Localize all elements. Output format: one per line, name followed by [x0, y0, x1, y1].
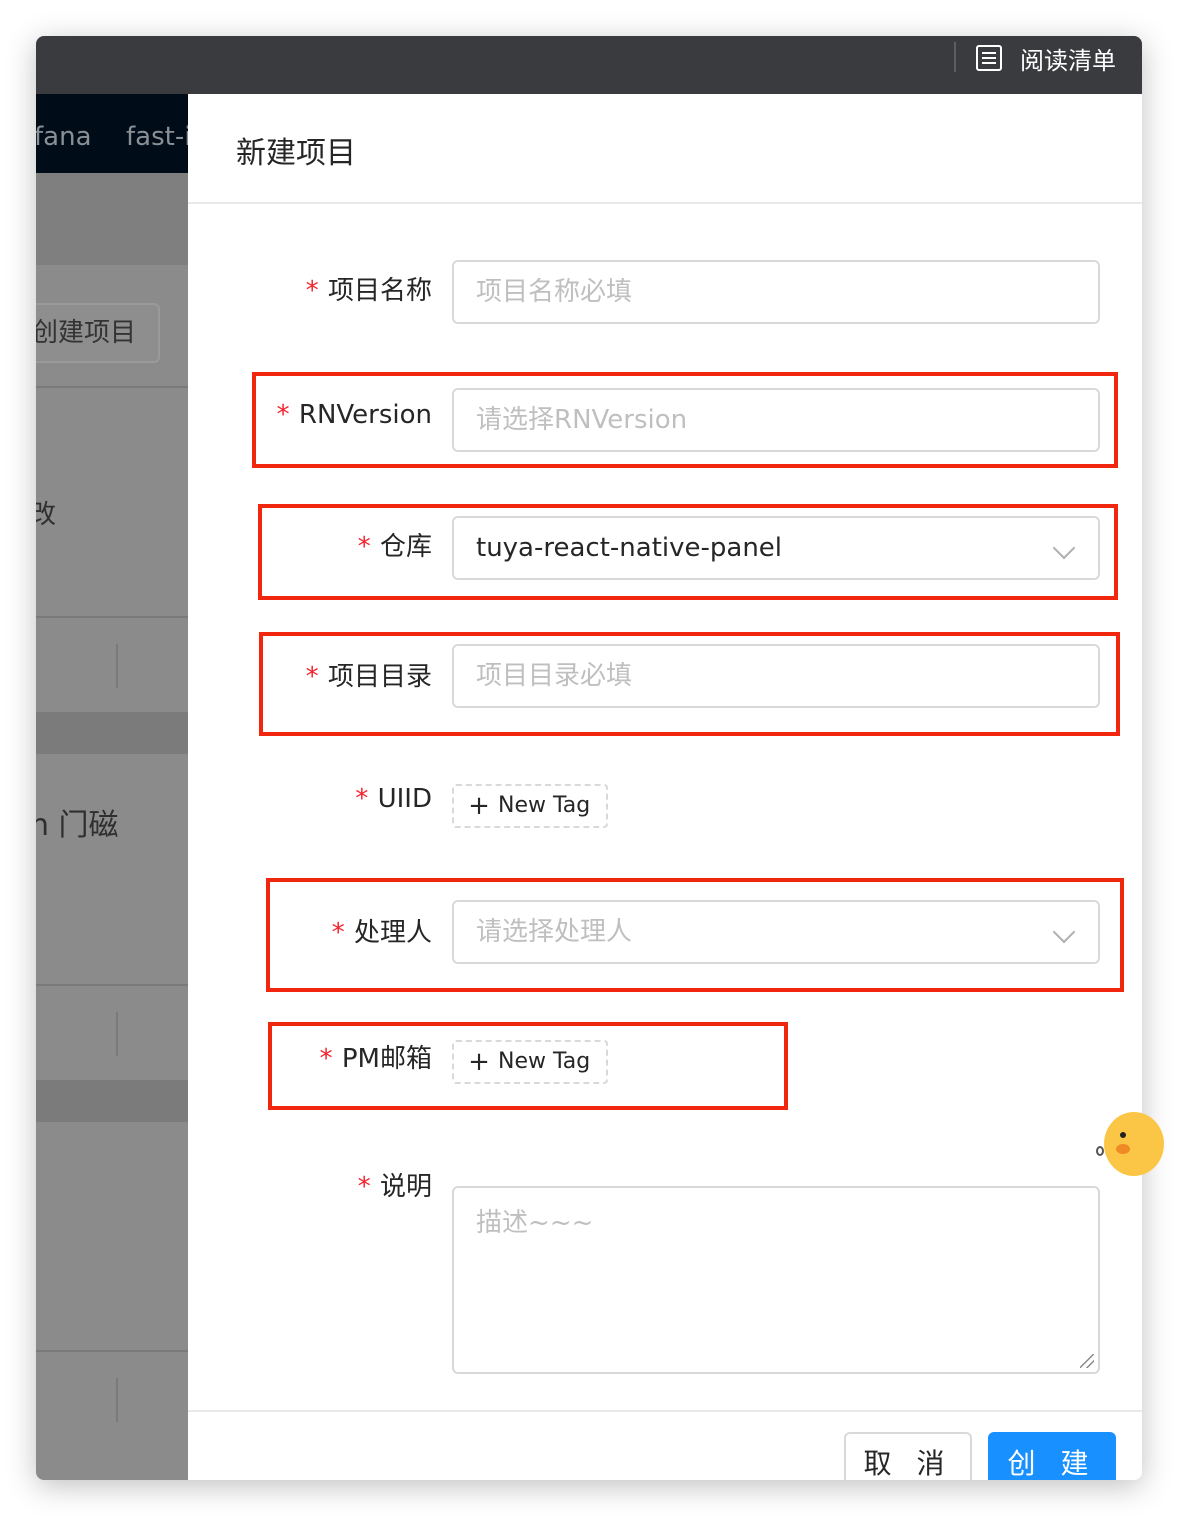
- drawer-title: 新建项目: [236, 136, 356, 171]
- highlight-box: [259, 632, 1120, 736]
- label-text: 项目名称: [327, 276, 432, 306]
- background-nav: fana fast-i: [36, 94, 188, 173]
- browser-window: 阅读清单 fana fast-i 创建项目 改 n 门磁 新建项目 * 项目名称 …: [36, 36, 1142, 1480]
- description-placeholder: 描述~~~: [476, 1208, 594, 1238]
- new-tag-label: New Tag: [498, 793, 591, 818]
- new-project-drawer: 新建项目 * 项目名称 项目名称必填 * RNVersion 请选择RNVersio…: [188, 94, 1142, 1480]
- uiid-label: * UIID: [354, 784, 432, 814]
- create-button[interactable]: 创 建: [988, 1432, 1116, 1480]
- background-nav-item: fast-i: [126, 122, 188, 152]
- background-divider: [36, 1350, 188, 1352]
- browser-titlebar: 阅读清单: [36, 36, 1142, 94]
- project-name-input[interactable]: 项目名称必填: [452, 260, 1100, 324]
- background-divider: [116, 644, 118, 688]
- reading-list-label: 阅读清单: [1020, 46, 1116, 75]
- label-text: 说明: [379, 1172, 432, 1202]
- description-textarea[interactable]: 描述~~~: [452, 1186, 1100, 1374]
- label-text: UIID: [377, 784, 432, 814]
- background-page: fana fast-i 创建项目 改 n 门磁: [36, 94, 188, 1480]
- resize-handle-icon[interactable]: [1080, 1354, 1094, 1368]
- drawer-header: 新建项目: [188, 94, 1142, 204]
- cancel-button[interactable]: 取 消: [844, 1432, 972, 1480]
- background-divider: [116, 1378, 118, 1422]
- background-create-button: 创建项目: [36, 303, 160, 363]
- background-divider: [116, 1012, 118, 1056]
- duck-hand-icon: [1096, 1146, 1104, 1156]
- highlight-box: [266, 878, 1124, 992]
- background-band: [36, 712, 188, 754]
- required-mark: *: [356, 1172, 372, 1202]
- project-name-label: * 项目名称: [304, 270, 432, 307]
- list-icon: [976, 45, 1002, 71]
- highlight-box: [258, 504, 1118, 600]
- background-row-text: n 门磁: [36, 808, 119, 843]
- duck-eye: [1120, 1132, 1126, 1138]
- duck-beak: [1116, 1144, 1130, 1154]
- background-text: 改: [36, 500, 57, 530]
- duck-assistant-icon[interactable]: [1104, 1112, 1164, 1176]
- background-divider: [36, 984, 188, 986]
- background-band: [36, 173, 188, 265]
- required-mark: *: [304, 276, 320, 306]
- required-mark: *: [353, 784, 370, 814]
- description-label: * 说明: [356, 1166, 432, 1203]
- highlight-box: [252, 372, 1118, 468]
- plus-icon: +: [468, 791, 490, 821]
- highlight-box: [268, 1022, 788, 1110]
- background-divider: [36, 616, 188, 618]
- uiid-new-tag-button[interactable]: + New Tag: [452, 784, 608, 828]
- drawer-footer: 取 消 创 建: [188, 1410, 1142, 1480]
- background-divider: [36, 386, 188, 388]
- background-nav-item: fana: [36, 122, 92, 152]
- background-band: [36, 1080, 188, 1122]
- titlebar-divider: [954, 42, 956, 72]
- reading-list-button[interactable]: 阅读清单: [976, 40, 1116, 76]
